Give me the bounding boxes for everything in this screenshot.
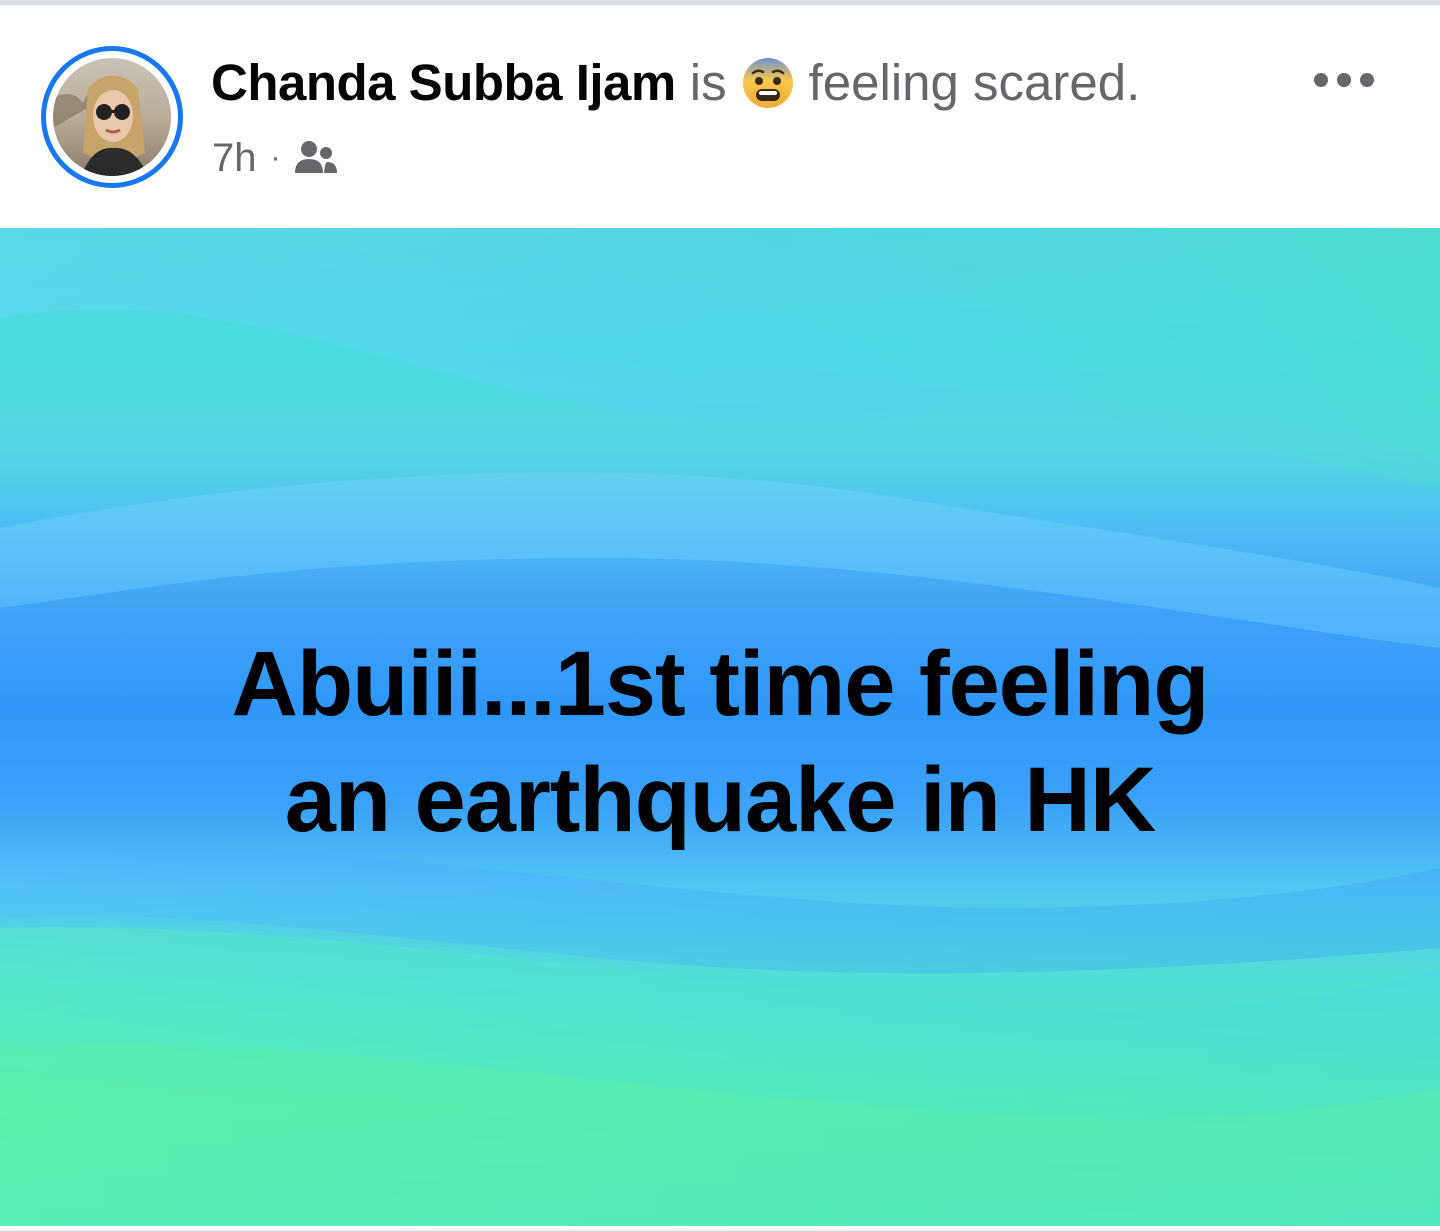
post-body-line: Abuiii...1st time feeling bbox=[231, 633, 1210, 735]
anxious-face-emoji-icon bbox=[741, 56, 795, 110]
more-options-icon[interactable] bbox=[1306, 60, 1382, 100]
post-header-line: Chanda Subba Ijam is feeling scared. bbox=[211, 52, 1140, 114]
author-name[interactable]: Chanda Subba Ijam bbox=[211, 52, 676, 114]
activity-verb: is bbox=[689, 54, 727, 111]
post-timestamp[interactable]: 7h bbox=[212, 136, 257, 181]
post-background-card[interactable]: Abuiii...1st time feeling an earthquake i… bbox=[0, 228, 1440, 1226]
post-meta: 7h · bbox=[212, 133, 339, 183]
profile-photo bbox=[53, 58, 171, 176]
post-body-text: Abuiii...1st time feeling an earthquake i… bbox=[0, 626, 1440, 858]
post-body-line: an earthquake in HK bbox=[284, 749, 1157, 851]
feeling-text[interactable]: feeling scared. bbox=[809, 52, 1141, 114]
post-header: Chanda Subba Ijam is feeling scared. 7h … bbox=[0, 5, 1440, 227]
friends-audience-icon[interactable] bbox=[293, 139, 339, 177]
meta-separator: · bbox=[270, 141, 281, 174]
bottom-divider bbox=[0, 1226, 1440, 1231]
avatar[interactable] bbox=[41, 46, 183, 188]
